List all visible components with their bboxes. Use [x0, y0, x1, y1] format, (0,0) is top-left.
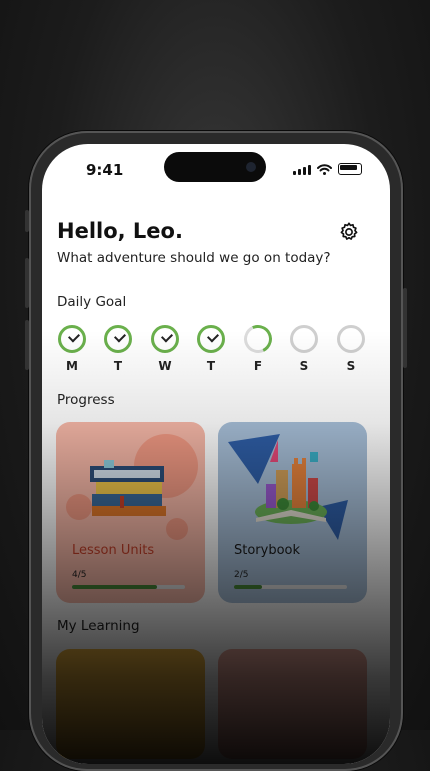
app-screen: 9:41 Hello, Leo. What adventure should w…: [42, 144, 390, 764]
day-label: F: [253, 359, 263, 373]
learning-card[interactable]: [56, 649, 205, 759]
cellular-signal-icon: [293, 164, 311, 175]
goal-day-friday: F: [240, 321, 276, 373]
battery-icon: [338, 163, 362, 175]
volume-down-button: [25, 320, 29, 370]
goal-day-tuesday: T: [101, 325, 135, 373]
settings-gear-icon[interactable]: [338, 221, 360, 243]
lesson-units-card[interactable]: Lesson Units 4/5: [56, 422, 205, 603]
status-icons: [293, 163, 362, 175]
storybook-card[interactable]: Storybook 2/5: [218, 422, 367, 603]
daily-goal-heading: Daily Goal: [57, 294, 127, 310]
status-time: 9:41: [86, 161, 124, 179]
my-learning-heading: My Learning: [57, 618, 140, 634]
goal-check-icon: [58, 325, 86, 353]
camera-icon: [246, 162, 256, 172]
power-button: [403, 288, 407, 368]
mute-switch: [25, 210, 29, 232]
goal-check-icon: [104, 325, 132, 353]
books-stack-icon: [90, 460, 166, 516]
lesson-progress-track: [72, 585, 185, 589]
card-title: Lesson Units: [72, 543, 155, 558]
decor-circle: [166, 518, 188, 540]
day-label: T: [113, 359, 123, 373]
goal-day-saturday: S: [287, 325, 321, 373]
lesson-progress-fill: [72, 585, 157, 589]
learning-card[interactable]: [218, 649, 367, 759]
goal-day-wednesday: W: [148, 325, 182, 373]
storybook-progress-track: [234, 585, 347, 589]
day-label: S: [299, 359, 309, 373]
goal-partial-ring-icon: [240, 321, 276, 357]
goal-empty-ring-icon: [290, 325, 318, 353]
card-count: 2/5: [234, 570, 249, 580]
wifi-icon: [317, 164, 332, 175]
greeting-heading: Hello, Leo.: [57, 219, 183, 243]
goal-day-monday: M: [55, 325, 89, 373]
goal-check-icon: [197, 325, 225, 353]
storybook-progress-fill: [234, 585, 263, 589]
goal-day-thursday: T: [194, 325, 228, 373]
goal-check-icon: [151, 325, 179, 353]
day-label: T: [206, 359, 216, 373]
greeting-subtitle: What adventure should we go on today?: [57, 250, 331, 266]
day-label: M: [66, 359, 78, 373]
card-count: 4/5: [72, 570, 87, 580]
day-label: W: [158, 359, 172, 373]
volume-up-button: [25, 258, 29, 308]
goal-day-sunday: S: [334, 325, 368, 373]
goal-empty-ring-icon: [337, 325, 365, 353]
day-label: S: [346, 359, 356, 373]
card-title: Storybook: [234, 543, 301, 558]
progress-heading: Progress: [57, 392, 115, 408]
